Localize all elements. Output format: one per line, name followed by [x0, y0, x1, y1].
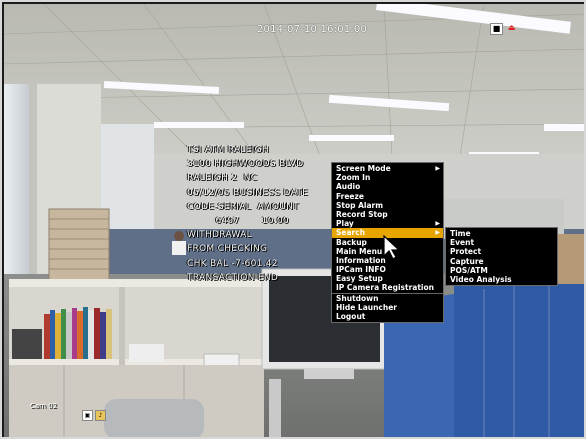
record-icon: ■: [490, 23, 503, 35]
menu-item-label: Backup: [336, 237, 367, 247]
pos-line: CODE-SERIAL AMOUNT: [187, 201, 299, 212]
menu-item-audio[interactable]: Audio: [332, 182, 443, 191]
menu-item-stop-alarm[interactable]: Stop Alarm: [332, 201, 443, 210]
menu-item-label: Easy Setup: [336, 274, 383, 284]
menu-item-label: Freeze: [336, 191, 364, 201]
pos-line: RALEIGH 2 NC: [187, 173, 258, 184]
camera-status-icons: ▣ ♪: [82, 410, 106, 421]
submenu-item-protect[interactable]: Protect: [446, 247, 557, 256]
pos-line: TSI ATM RALEIGH: [187, 145, 269, 155]
submenu-item-event[interactable]: Event: [446, 238, 557, 247]
menu-item-zoom-in[interactable]: Zoom In: [332, 173, 443, 182]
menu-item-label: Record Stop: [336, 209, 388, 219]
menu-item-label: Shutdown: [336, 293, 379, 303]
submenu-arrow-icon: ▶: [435, 229, 440, 237]
menu-item-label: Video Analysis: [450, 274, 512, 284]
menu-item-label: Search: [336, 228, 366, 238]
pos-line: WITHDRAWAL: [187, 230, 252, 241]
menu-item-label: Hide Launcher: [336, 302, 398, 312]
submenu-arrow-icon: ▶: [435, 165, 440, 172]
menu-item-ipcam-info[interactable]: IPCam INFO: [332, 265, 443, 274]
menu-item-label: Screen Mode: [336, 164, 391, 173]
pos-line: FROM CHECKING: [187, 244, 268, 255]
menu-item-label: Event: [450, 238, 475, 248]
menu-item-label: Time: [450, 229, 471, 238]
pos-line: 6497 10.00: [187, 216, 289, 227]
menu-item-label: Play: [336, 219, 354, 229]
pos-line: TRANSACTION END: [187, 272, 279, 283]
search-submenu: Time Event Protect Capture POS/ATM Video…: [445, 227, 558, 287]
submenu-arrow-icon: ▶: [435, 220, 440, 228]
pos-line: 3100 HIGHWOODS BLVD: [187, 159, 304, 170]
pos-line: 05/12/05 BUSINESS DATE: [187, 187, 309, 198]
submenu-item-pos-atm[interactable]: POS/ATM: [446, 266, 557, 275]
menu-item-easy-setup[interactable]: Easy Setup: [332, 274, 443, 283]
menu-item-label: IP Camera Registration: [336, 283, 434, 293]
menu-item-label: POS/ATM: [450, 265, 488, 275]
timestamp-overlay: 2014-07-10 16:01:00: [257, 24, 368, 35]
menu-item-label: Stop Alarm: [336, 200, 384, 210]
menu-item-hide-launcher[interactable]: Hide Launcher: [332, 303, 443, 312]
submenu-item-capture[interactable]: Capture: [446, 257, 557, 266]
camera-icon: ▣: [82, 410, 93, 421]
alarm-icon: ⏏: [507, 23, 516, 32]
menu-item-label: Capture: [450, 256, 484, 266]
submenu-item-video-analysis[interactable]: Video Analysis: [446, 275, 557, 284]
submenu-item-time[interactable]: Time: [446, 229, 557, 238]
mouse-pointer-icon: [383, 235, 401, 260]
menu-item-label: Information: [336, 255, 386, 265]
audio-icon: ♪: [95, 410, 106, 421]
menu-item-screen-mode[interactable]: Screen Mode ▶: [332, 164, 443, 173]
menu-item-freeze[interactable]: Freeze: [332, 192, 443, 201]
menu-item-label: IPCam INFO: [336, 265, 386, 275]
camera-view[interactable]: 2014-07-10 16:01:00 ■ ⏏ TSI ATM RALEIGH …: [0, 0, 586, 439]
menu-item-label: Main Menu: [336, 246, 383, 256]
menu-item-play[interactable]: Play ▶: [332, 219, 443, 228]
pos-line: CHK BAL -7-601.42: [187, 258, 278, 269]
menu-item-ip-camera-registration[interactable]: IP Camera Registration: [332, 283, 443, 292]
menu-item-label: Protect: [450, 247, 482, 257]
camera-label: Cam 02: [30, 402, 58, 410]
menu-item-record-stop[interactable]: Record Stop: [332, 210, 443, 219]
menu-item-label: Zoom In: [336, 173, 371, 183]
menu-item-label: Audio: [336, 182, 361, 192]
menu-item-label: Logout: [336, 312, 366, 321]
menu-item-shutdown[interactable]: Shutdown: [332, 292, 443, 303]
pos-transaction-overlay: TSI ATM RALEIGH 3100 HIGHWOODS BLVD RALE…: [187, 143, 308, 285]
menu-item-logout[interactable]: Logout: [332, 312, 443, 321]
status-icons: ■ ⏏: [490, 23, 517, 35]
